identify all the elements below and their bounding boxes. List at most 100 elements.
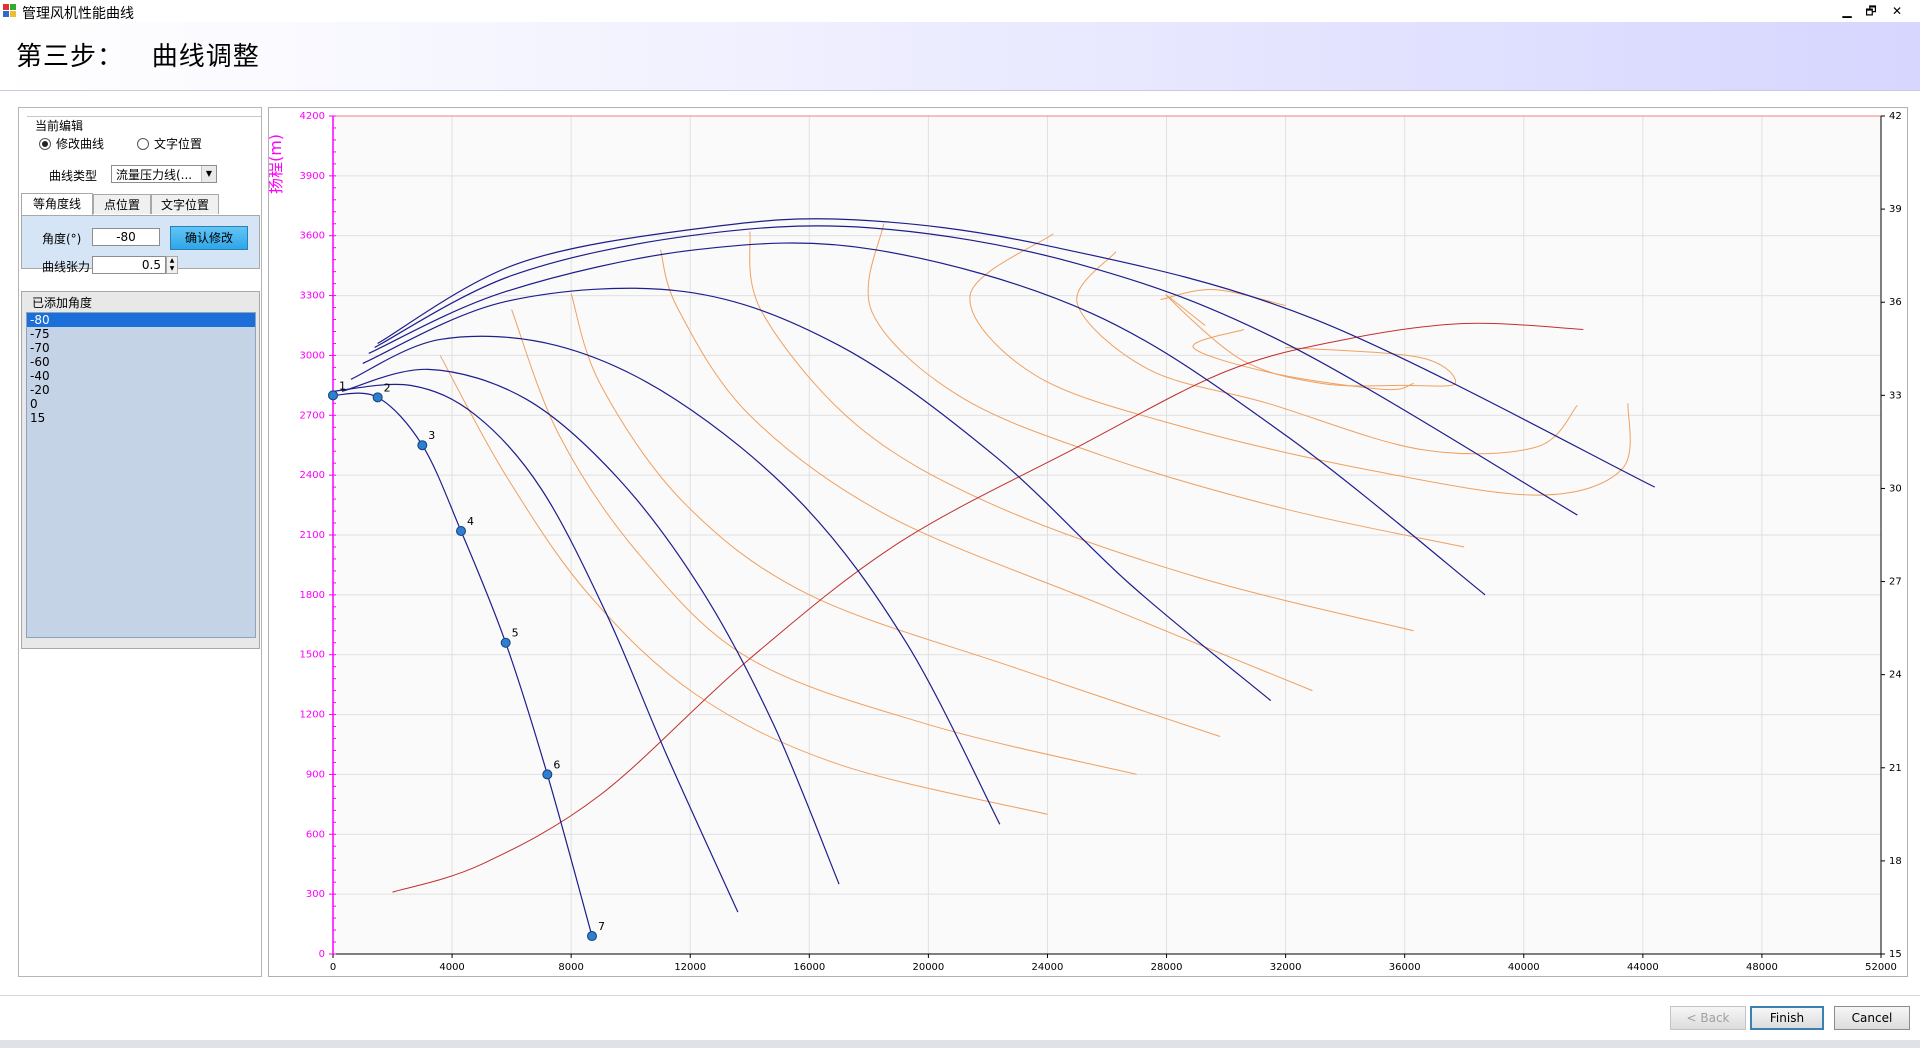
- edit-point[interactable]: [456, 526, 467, 537]
- tension-label: 曲线张力: [42, 260, 91, 274]
- wizard-header: 第三步： 曲线调整: [0, 22, 1920, 91]
- list-item[interactable]: 15: [27, 411, 255, 425]
- tension-input[interactable]: 0.5: [92, 256, 166, 274]
- radio-modify-label: 修改曲线: [56, 137, 105, 151]
- y-tick-label: 600: [306, 829, 325, 840]
- y-tick-label: 1500: [300, 650, 325, 661]
- y2-tick-label: 18: [1889, 856, 1902, 867]
- radio-text-position[interactable]: 文字位置: [137, 135, 202, 152]
- list-item[interactable]: -60: [27, 355, 255, 369]
- edit-group-label: 当前编辑: [33, 117, 86, 134]
- y-tick-label: 2100: [300, 530, 325, 541]
- list-item[interactable]: -20: [27, 383, 255, 397]
- edit-point[interactable]: [372, 392, 383, 403]
- list-item[interactable]: -40: [27, 369, 255, 383]
- added-angles-label: 已添加角度: [32, 296, 93, 310]
- y-tick-label: 900: [306, 769, 325, 780]
- curve-type-select[interactable]: 流量压力线(... ▼: [111, 165, 217, 183]
- chevron-down-icon[interactable]: ▼: [201, 166, 216, 182]
- y2-tick-label: 33: [1889, 390, 1902, 401]
- y-tick-label: 3900: [300, 171, 325, 182]
- x-tick-label: 20000: [912, 962, 944, 973]
- x-tick-label: 52000: [1865, 962, 1897, 973]
- edit-point-label: 1: [339, 379, 346, 392]
- added-angles-group: 已添加角度 -80 -75 -70 -60 -40 -20 0 15: [21, 291, 260, 649]
- y-tick-label: 300: [306, 889, 325, 900]
- edit-point[interactable]: [586, 931, 597, 942]
- y2-tick-label: 15: [1889, 949, 1902, 960]
- window-title: 管理风机性能曲线: [22, 6, 134, 22]
- y-tick-label: 2400: [300, 470, 325, 481]
- y-axis-label: 扬程(m): [269, 134, 285, 194]
- cancel-button[interactable]: Cancel: [1834, 1006, 1910, 1030]
- edit-point-label: 3: [428, 429, 435, 442]
- step-title: 第三步： 曲线调整: [16, 42, 260, 72]
- edit-point-label: 7: [598, 920, 605, 933]
- edit-point[interactable]: [417, 440, 428, 451]
- y-tick-label: 1800: [300, 590, 325, 601]
- y2-tick-label: 27: [1889, 577, 1902, 588]
- confirm-modify-button[interactable]: 确认修改: [170, 226, 248, 250]
- list-item[interactable]: -75: [27, 327, 255, 341]
- added-angles-list[interactable]: -80 -75 -70 -60 -40 -20 0 15: [26, 312, 256, 638]
- y2-tick-label: 21: [1889, 763, 1902, 774]
- restore-button[interactable]: 🗗: [1860, 2, 1882, 20]
- list-item[interactable]: -70: [27, 341, 255, 355]
- minimize-button[interactable]: ▁: [1836, 2, 1858, 20]
- curve-type-label: 曲线类型: [49, 169, 98, 183]
- curve-type-value: 流量压力线(...: [116, 168, 193, 182]
- y2-tick-label: 30: [1889, 483, 1902, 494]
- y-tick-label: 4200: [300, 111, 325, 122]
- x-tick-label: 44000: [1627, 962, 1659, 973]
- edit-point-label: 5: [512, 627, 519, 640]
- y-tick-label: 0: [319, 949, 325, 960]
- y-tick-label: 3300: [300, 291, 325, 302]
- window-titlebar: 管理风机性能曲线 ▁ 🗗 ✕: [0, 0, 1920, 23]
- tab-angle-lines[interactable]: 等角度线: [21, 193, 93, 215]
- y-tick-label: 1200: [300, 710, 325, 721]
- close-button[interactable]: ✕: [1886, 2, 1908, 20]
- tab-point-position[interactable]: 点位置: [93, 194, 151, 214]
- edit-point-label: 4: [467, 515, 474, 528]
- x-tick-label: 4000: [439, 962, 464, 973]
- y2-tick-label: 39: [1889, 204, 1902, 215]
- spinner-arrows-icon[interactable]: ▲ ▼: [166, 256, 178, 274]
- list-item[interactable]: -80: [27, 313, 255, 327]
- edit-point[interactable]: [328, 390, 338, 401]
- angle-tab-page: 角度(°) -80 确认修改 曲线张力 0.5 ▲ ▼: [21, 215, 260, 274]
- angle-input[interactable]: -80: [92, 228, 160, 246]
- y2-tick-label: 36: [1889, 297, 1902, 308]
- edit-point-label: 6: [553, 758, 560, 771]
- x-tick-label: 32000: [1270, 962, 1302, 973]
- y2-tick-label: 42: [1889, 111, 1902, 122]
- x-tick-label: 48000: [1746, 962, 1778, 973]
- x-tick-label: 12000: [674, 962, 706, 973]
- y-tick-label: 3000: [300, 350, 325, 361]
- finish-button[interactable]: Finish: [1750, 1006, 1824, 1030]
- chart-panel: 0 4000 8000 12000 1 600 0 20000 24000 28000 32000 3…: [266, 107, 1908, 977]
- radio-text-label: 文字位置: [154, 137, 203, 151]
- x-tick-label: 24000: [1032, 962, 1064, 973]
- angle-label: 角度(°): [42, 232, 82, 246]
- x-tick-label: 36000: [1389, 962, 1421, 973]
- back-button[interactable]: < Back: [1670, 1006, 1746, 1030]
- radio-unchecked-icon: [137, 137, 149, 150]
- x-tick-label: 8000: [558, 962, 583, 973]
- app-icon: [3, 4, 17, 18]
- y-tick-label: 3600: [300, 231, 325, 242]
- edit-point-label: 2: [384, 381, 391, 394]
- edit-group: 当前编辑 修改曲线 文字位置 曲线类型 流量压力线(... ▼: [27, 116, 261, 193]
- x-tick-label: 28000: [1151, 962, 1183, 973]
- fan-performance-chart[interactable]: 0 4000 8000 12000 1 600 0 20000 24000 28000 32000 3…: [266, 108, 1907, 976]
- tab-text-position[interactable]: 文字位置: [151, 194, 219, 214]
- radio-checked-icon: [39, 137, 51, 150]
- edit-point[interactable]: [500, 637, 511, 648]
- list-item[interactable]: 0: [27, 397, 255, 411]
- edit-point[interactable]: [542, 769, 553, 780]
- y-tick-label: 2700: [300, 410, 325, 421]
- left-panel: 当前编辑 修改曲线 文字位置 曲线类型 流量压力线(... ▼ 等角度线 点位置…: [18, 107, 262, 977]
- x-tick-label: 0: [330, 962, 336, 973]
- taskbar-strip: [0, 1040, 1920, 1048]
- radio-modify-curve[interactable]: 修改曲线: [39, 135, 104, 152]
- bottom-separator: [0, 995, 1920, 996]
